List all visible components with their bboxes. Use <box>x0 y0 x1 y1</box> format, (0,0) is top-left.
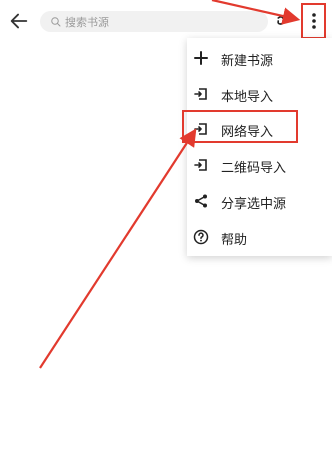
arrow-to-network-import <box>39 128 197 369</box>
import-icon <box>194 88 207 100</box>
overflow-menu: 新建书源 本地导入 网络导入 二维码导入 分享选中源 帮助 <box>187 38 332 256</box>
sort-icon[interactable] <box>276 13 294 29</box>
import-icon <box>194 159 207 171</box>
menu-item-label: 帮助 <box>221 233 248 248</box>
search-icon <box>51 16 61 26</box>
menu-item-new-source[interactable]: 新建书源 <box>187 41 332 75</box>
menu-item-label: 分享选中源 <box>221 197 287 212</box>
menu-item-label: 网络导入 <box>221 125 274 140</box>
menu-item-help[interactable]: 帮助 <box>187 220 332 254</box>
menu-item-network-import[interactable]: 网络导入 <box>187 112 332 146</box>
share-icon <box>195 194 207 208</box>
arrow-left-icon[interactable] <box>8 10 30 32</box>
import-icon <box>194 123 207 135</box>
help-icon <box>193 229 209 245</box>
menu-item-label: 新建书源 <box>221 54 274 69</box>
search-placeholder: 搜索书源 <box>65 15 109 29</box>
menu-item-local-import[interactable]: 本地导入 <box>187 77 332 111</box>
more-vertical-icon <box>311 13 316 29</box>
plus-icon <box>194 51 208 65</box>
more-options-button[interactable] <box>301 3 326 39</box>
menu-item-label: 二维码导入 <box>221 161 287 176</box>
menu-item-share-selected[interactable]: 分享选中源 <box>187 184 332 218</box>
menu-item-qrcode-import[interactable]: 二维码导入 <box>187 148 332 182</box>
search-input[interactable]: 搜索书源 <box>40 11 268 32</box>
menu-item-label: 本地导入 <box>221 90 274 105</box>
